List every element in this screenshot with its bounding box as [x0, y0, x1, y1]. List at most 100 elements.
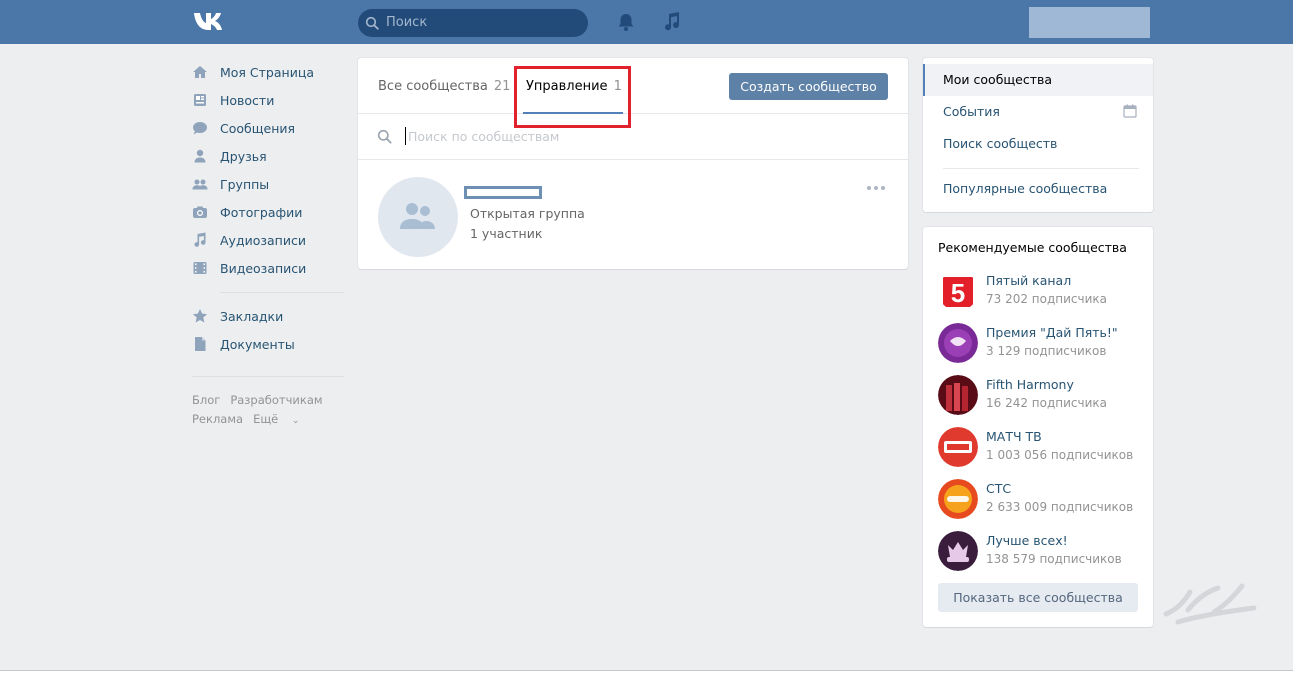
recommended-name[interactable]: СТС [986, 481, 1011, 496]
nav-item-label: Друзья [220, 148, 267, 164]
recommended-item[interactable]: Fifth Harmony 16 242 подписчика [938, 375, 1148, 427]
user-profile-menu[interactable] [1029, 7, 1150, 38]
communities-card: Все сообщества 21 Управление 1 Создать соо… [358, 58, 908, 269]
recommended-item[interactable]: СТС 2 633 009 подписчиков [938, 479, 1148, 531]
search-icon [365, 16, 379, 30]
top-bar: Поиск [0, 0, 1293, 44]
left-navigation: Моя Страница Новости Сообщения Друзья Гр… [192, 58, 344, 431]
nav-item-label: Сообщения [220, 120, 296, 136]
recommended-subscribers: 138 579 подписчиков [986, 552, 1122, 566]
nav-item-label: Новости [220, 92, 275, 108]
community-members: 1 участник [470, 226, 543, 241]
recommended-name[interactable]: Премия "Дай Пять!" [986, 325, 1118, 340]
footer-more-label: Ещё [253, 412, 279, 426]
recommended-subscribers: 73 202 подписчика [986, 292, 1108, 306]
nav-item-friends[interactable]: Друзья [192, 142, 344, 170]
messages-icon [192, 120, 208, 136]
header-search-input[interactable]: Поиск [358, 9, 588, 37]
news-icon [192, 92, 208, 108]
photos-icon [192, 204, 208, 220]
community-tabs: Все сообщества 21 Управление 1 Создать соо… [358, 58, 908, 128]
star-icon [192, 308, 208, 324]
more-options-icon[interactable] [866, 185, 886, 191]
music-icon[interactable] [662, 11, 682, 33]
menu-divider [943, 168, 1139, 169]
audio-icon [192, 232, 208, 248]
community-type: Открытая группа [470, 206, 585, 221]
groups-icon [192, 176, 208, 192]
recommended-subscribers: 1 003 056 подписчиков [986, 448, 1134, 462]
nav-item-label: Моя Страница [220, 64, 314, 80]
community-search-placeholder: Поиск по сообществам [408, 129, 560, 144]
nav-item-groups[interactable]: Группы [192, 170, 344, 198]
nav-item-label: Фотографии [220, 204, 303, 220]
text-cursor [405, 127, 406, 145]
fifth-harmony-photo-icon[interactable] [938, 375, 978, 415]
calendar-icon[interactable] [1123, 104, 1137, 118]
recommended-subscribers: 3 129 подписчиков [986, 344, 1107, 358]
nav-item-label: Документы [220, 336, 295, 352]
match-tv-logo-icon[interactable] [938, 427, 978, 467]
nav-divider [220, 292, 344, 293]
luchshe-vseh-logo-icon[interactable] [938, 531, 978, 571]
recommended-item[interactable]: Лучше всех! 138 579 подписчиков [938, 531, 1148, 583]
nav-item-bookmarks[interactable]: Закладки [192, 302, 344, 330]
channel-5-logo-icon[interactable]: 5 [938, 271, 978, 311]
communities-side-menu: Мои сообщества События Поиск сообществ П… [923, 58, 1153, 212]
community-name-redacted[interactable] [464, 186, 542, 199]
nav-item-label: Аудиозаписи [220, 232, 306, 248]
recommended-name[interactable]: Лучше всех! [986, 533, 1068, 548]
recommended-name[interactable]: МАТЧ ТВ [986, 429, 1042, 444]
group-placeholder-icon [400, 203, 435, 229]
nav-divider [192, 376, 344, 377]
recommended-subscribers: 16 242 подписчика [986, 396, 1108, 410]
friends-icon [192, 148, 208, 164]
recommended-title: Рекомендуемые сообщества [938, 240, 1127, 255]
svg-text:5: 5 [951, 278, 965, 308]
dai-pyat-logo-icon[interactable] [938, 323, 978, 363]
show-all-communities-button[interactable]: Показать все сообщества [938, 583, 1138, 612]
footer-link-more[interactable]: Ещё ⌄ [253, 412, 309, 426]
nav-item-news[interactable]: Новости [192, 86, 344, 114]
vk-logo-icon[interactable] [192, 10, 228, 34]
menu-item-my-communities[interactable]: Мои сообщества [923, 64, 1153, 96]
tab-all-communities[interactable]: Все сообщества 21 [378, 79, 510, 94]
recommended-name[interactable]: Пятый канал [986, 273, 1071, 288]
bell-icon[interactable] [616, 12, 636, 32]
home-icon [192, 64, 208, 80]
nav-item-documents[interactable]: Документы [192, 330, 344, 358]
recommended-item[interactable]: МАТЧ ТВ 1 003 056 подписчиков [938, 427, 1148, 479]
nav-item-messages[interactable]: Сообщения [192, 114, 344, 142]
recommended-name[interactable]: Fifth Harmony [986, 377, 1074, 392]
menu-item-search-communities[interactable]: Поиск сообществ [923, 128, 1153, 160]
footer-link-ads[interactable]: Реклама [192, 412, 243, 426]
menu-item-events[interactable]: События [923, 96, 1153, 128]
community-search-bar[interactable]: Поиск по сообществам [358, 114, 908, 160]
nav-item-audio[interactable]: Аудиозаписи [192, 226, 344, 254]
nav-item-my-page[interactable]: Моя Страница [192, 58, 344, 86]
recommended-item[interactable]: Премия "Дай Пять!" 3 129 подписчиков [938, 323, 1148, 375]
chevron-down-icon: ⌄ [291, 416, 300, 426]
watermark-logo-icon [1163, 583, 1257, 625]
search-icon [377, 129, 392, 144]
document-icon [192, 336, 208, 352]
recommended-item[interactable]: 5 Пятый канал 73 202 подписчика [938, 271, 1148, 323]
recommended-subscribers: 2 633 009 подписчиков [986, 500, 1134, 514]
nav-item-video[interactable]: Видеозаписи [192, 254, 344, 282]
nav-item-label: Видеозаписи [220, 260, 307, 276]
footer-link-blog[interactable]: Блог [192, 393, 220, 407]
tab-label: Все сообщества [378, 79, 488, 94]
tab-count: 21 [493, 79, 511, 94]
community-avatar[interactable] [378, 177, 458, 257]
nav-item-label: Группы [220, 176, 270, 192]
community-list-item[interactable]: Открытая группа 1 участник [358, 160, 908, 268]
nav-item-photos[interactable]: Фотографии [192, 198, 344, 226]
create-community-button[interactable]: Создать сообщество [729, 73, 888, 100]
recommended-communities: Рекомендуемые сообщества 5 Пятый канал 7… [923, 227, 1153, 627]
nav-item-label: Закладки [220, 308, 284, 324]
video-icon [192, 260, 208, 276]
sts-logo-icon[interactable] [938, 479, 978, 519]
footer-link-developers[interactable]: Разработчикам [230, 393, 322, 407]
menu-item-popular-communities[interactable]: Популярные сообщества [923, 173, 1153, 205]
header-search-placeholder: Поиск [386, 15, 428, 30]
